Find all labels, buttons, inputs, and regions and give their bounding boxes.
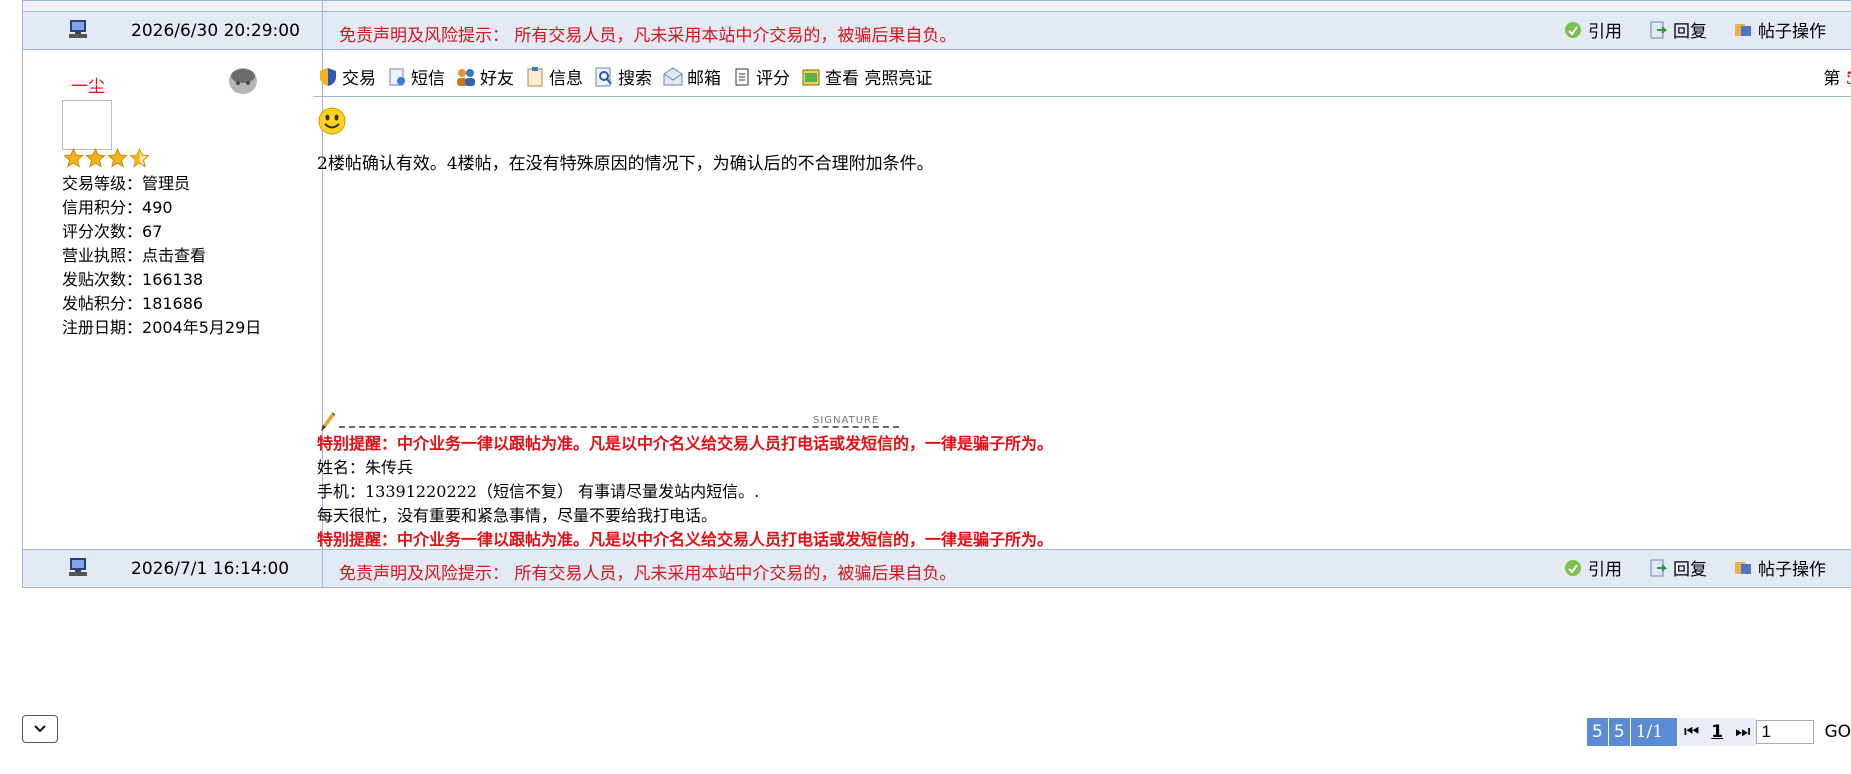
post-meta-bar-top: 2026/6/30 20:29:00 免责声明及风险提示： 所有交易人员，凡未采… bbox=[22, 11, 1851, 50]
chevron-down-icon bbox=[34, 725, 46, 733]
post-date: 2026/7/1 16:14:00 bbox=[131, 559, 290, 579]
disclaimer-text: 免责声明及风险提示： 所有交易人员，凡未采用本站中介交易的，被骗后果自负。 bbox=[339, 564, 957, 584]
pen-icon bbox=[321, 412, 336, 431]
info-register-date: 注册日期：2004年5月29日 bbox=[62, 318, 262, 337]
reply-button[interactable]: 回复 bbox=[1648, 17, 1707, 42]
star-icon bbox=[63, 148, 84, 168]
toolbar-rate[interactable]: 评分 bbox=[731, 64, 790, 89]
info-credit: 信用积分：490 bbox=[62, 198, 173, 217]
meta-left-cell: 2026/6/30 20:29:00 bbox=[23, 12, 323, 49]
quote-button[interactable]: 引用 bbox=[1563, 17, 1622, 42]
tools-icon bbox=[1735, 23, 1751, 36]
signature-dashed-line bbox=[339, 426, 899, 428]
toolbar-search[interactable]: 搜索 bbox=[593, 64, 652, 89]
tools-icon bbox=[1735, 561, 1751, 574]
picture-icon bbox=[802, 69, 820, 85]
user-status-icon bbox=[229, 68, 257, 94]
reply-icon bbox=[1650, 559, 1668, 576]
post-content: 2楼帖确认有效。4楼帖，在没有特殊原因的情况下，为确认后的不合理附加条件。 bbox=[317, 154, 934, 174]
signature-block: 特别提醒：中介业务一律以跟帖为准。凡是以中介名义给交易人员打电话或发短信的，一律… bbox=[317, 432, 1053, 552]
info-post-points: 发帖积分：181686 bbox=[62, 294, 204, 313]
signature-label: SIGNATURE bbox=[811, 415, 882, 426]
forum-jump-select[interactable] bbox=[22, 715, 58, 743]
post-toolbar: 交易 短信 好友 信息 搜索 邮箱 评分 查看 亮照亮证 bbox=[317, 64, 932, 89]
search-icon bbox=[595, 67, 612, 86]
license-link[interactable]: 点击查看 bbox=[142, 246, 206, 265]
mail-icon bbox=[663, 66, 683, 85]
toolbar-info[interactable]: 信息 bbox=[524, 64, 583, 89]
current-page-link[interactable]: 1 bbox=[1705, 718, 1730, 746]
toolbar-view-license[interactable]: 查看 亮照亮证 bbox=[800, 64, 932, 89]
toolbar-sms[interactable]: 短信 bbox=[386, 64, 445, 89]
user-name-link[interactable]: 一尘 bbox=[71, 72, 105, 97]
info-trade-level: 交易等级：管理员 bbox=[62, 174, 191, 193]
quote-icon bbox=[1565, 559, 1581, 576]
star-icon bbox=[107, 148, 128, 168]
half-star-icon bbox=[129, 148, 150, 168]
signature-warning: 特别提醒：中介业务一律以跟帖为准。凡是以中介名义给交易人员打电话或发短信的，一律… bbox=[317, 434, 1054, 453]
first-page-button[interactable]: ⏮ bbox=[1677, 718, 1706, 746]
go-button[interactable]: GO bbox=[1824, 722, 1851, 742]
computer-icon bbox=[69, 558, 87, 576]
per-page-count: 5 bbox=[1608, 718, 1631, 746]
total-posts-count: 5 bbox=[1587, 718, 1609, 746]
computer-icon bbox=[69, 20, 87, 38]
quote-button[interactable]: 引用 bbox=[1563, 555, 1622, 580]
smiley-icon bbox=[318, 107, 346, 135]
avatar bbox=[62, 100, 112, 150]
toolbar-separator bbox=[314, 96, 1851, 97]
page-number-input[interactable] bbox=[1756, 720, 1815, 744]
post-date: 2026/6/30 20:29:00 bbox=[131, 21, 300, 41]
info-license: 营业执照：点击查看 bbox=[62, 246, 207, 265]
user-panel: 一尘 交易等级：管理员 信用积分：490 评分次数：67 营业执照：点击查看 发… bbox=[23, 48, 323, 549]
shield-icon bbox=[320, 67, 336, 86]
post-actions: 引用 回复 帖子操作 bbox=[1563, 555, 1851, 580]
post-frame: 2026/6/30 20:29:00 免责声明及风险提示： 所有交易人员，凡未采… bbox=[22, 0, 1851, 692]
pagination: 5 5 1/1页 ⏮ 1 ⏭ GO bbox=[1587, 718, 1851, 770]
disclaimer-text: 免责声明及风险提示： 所有交易人员，凡未采用本站中介交易的，被骗后果自负。 bbox=[339, 26, 957, 46]
rating-stars bbox=[63, 148, 150, 168]
floor-number: 第 5 楼 bbox=[1823, 69, 1851, 89]
toolbar-friends[interactable]: 好友 bbox=[455, 64, 514, 89]
friends-icon bbox=[457, 68, 475, 86]
signature-phone: 手机：13391220222（短信不复） 有事请尽量发站内短信。. bbox=[317, 482, 760, 501]
signature-note: 每天很忙，没有重要和紧急事情，尽量不要给我打电话。 bbox=[317, 506, 718, 525]
post-meta-bar-bottom: 2026/7/1 16:14:00 免责声明及风险提示： 所有交易人员，凡未采用… bbox=[22, 549, 1851, 588]
post-ops-button[interactable]: 帖子操作 bbox=[1733, 555, 1826, 580]
meta-left-cell: 2026/7/1 16:14:00 bbox=[23, 550, 323, 587]
post-body-row: 一尘 交易等级：管理员 信用积分：490 评分次数：67 营业执照：点击查看 发… bbox=[22, 48, 1851, 550]
last-page-button[interactable]: ⏭ bbox=[1729, 718, 1757, 746]
message-icon bbox=[389, 68, 405, 85]
clipboard-icon bbox=[527, 66, 543, 86]
star-icon bbox=[85, 148, 106, 168]
page-info: 1/1页 bbox=[1630, 718, 1678, 770]
signature-name: 姓名：朱传兵 bbox=[317, 458, 414, 477]
post-ops-button[interactable]: 帖子操作 bbox=[1733, 17, 1826, 42]
reply-button[interactable]: 回复 bbox=[1648, 555, 1707, 580]
toolbar-mail[interactable]: 邮箱 bbox=[662, 64, 721, 89]
post-actions: 引用 回复 帖子操作 bbox=[1563, 17, 1851, 42]
quote-icon bbox=[1565, 21, 1581, 38]
toolbar-trade[interactable]: 交易 bbox=[317, 64, 376, 89]
info-rating-count: 评分次数：67 bbox=[62, 222, 163, 241]
user-info-list: 交易等级：管理员 信用积分：490 评分次数：67 营业执照：点击查看 发贴次数… bbox=[62, 172, 261, 340]
reply-icon bbox=[1650, 21, 1668, 38]
info-post-count: 发贴次数：166138 bbox=[62, 270, 204, 289]
document-icon bbox=[735, 68, 749, 85]
